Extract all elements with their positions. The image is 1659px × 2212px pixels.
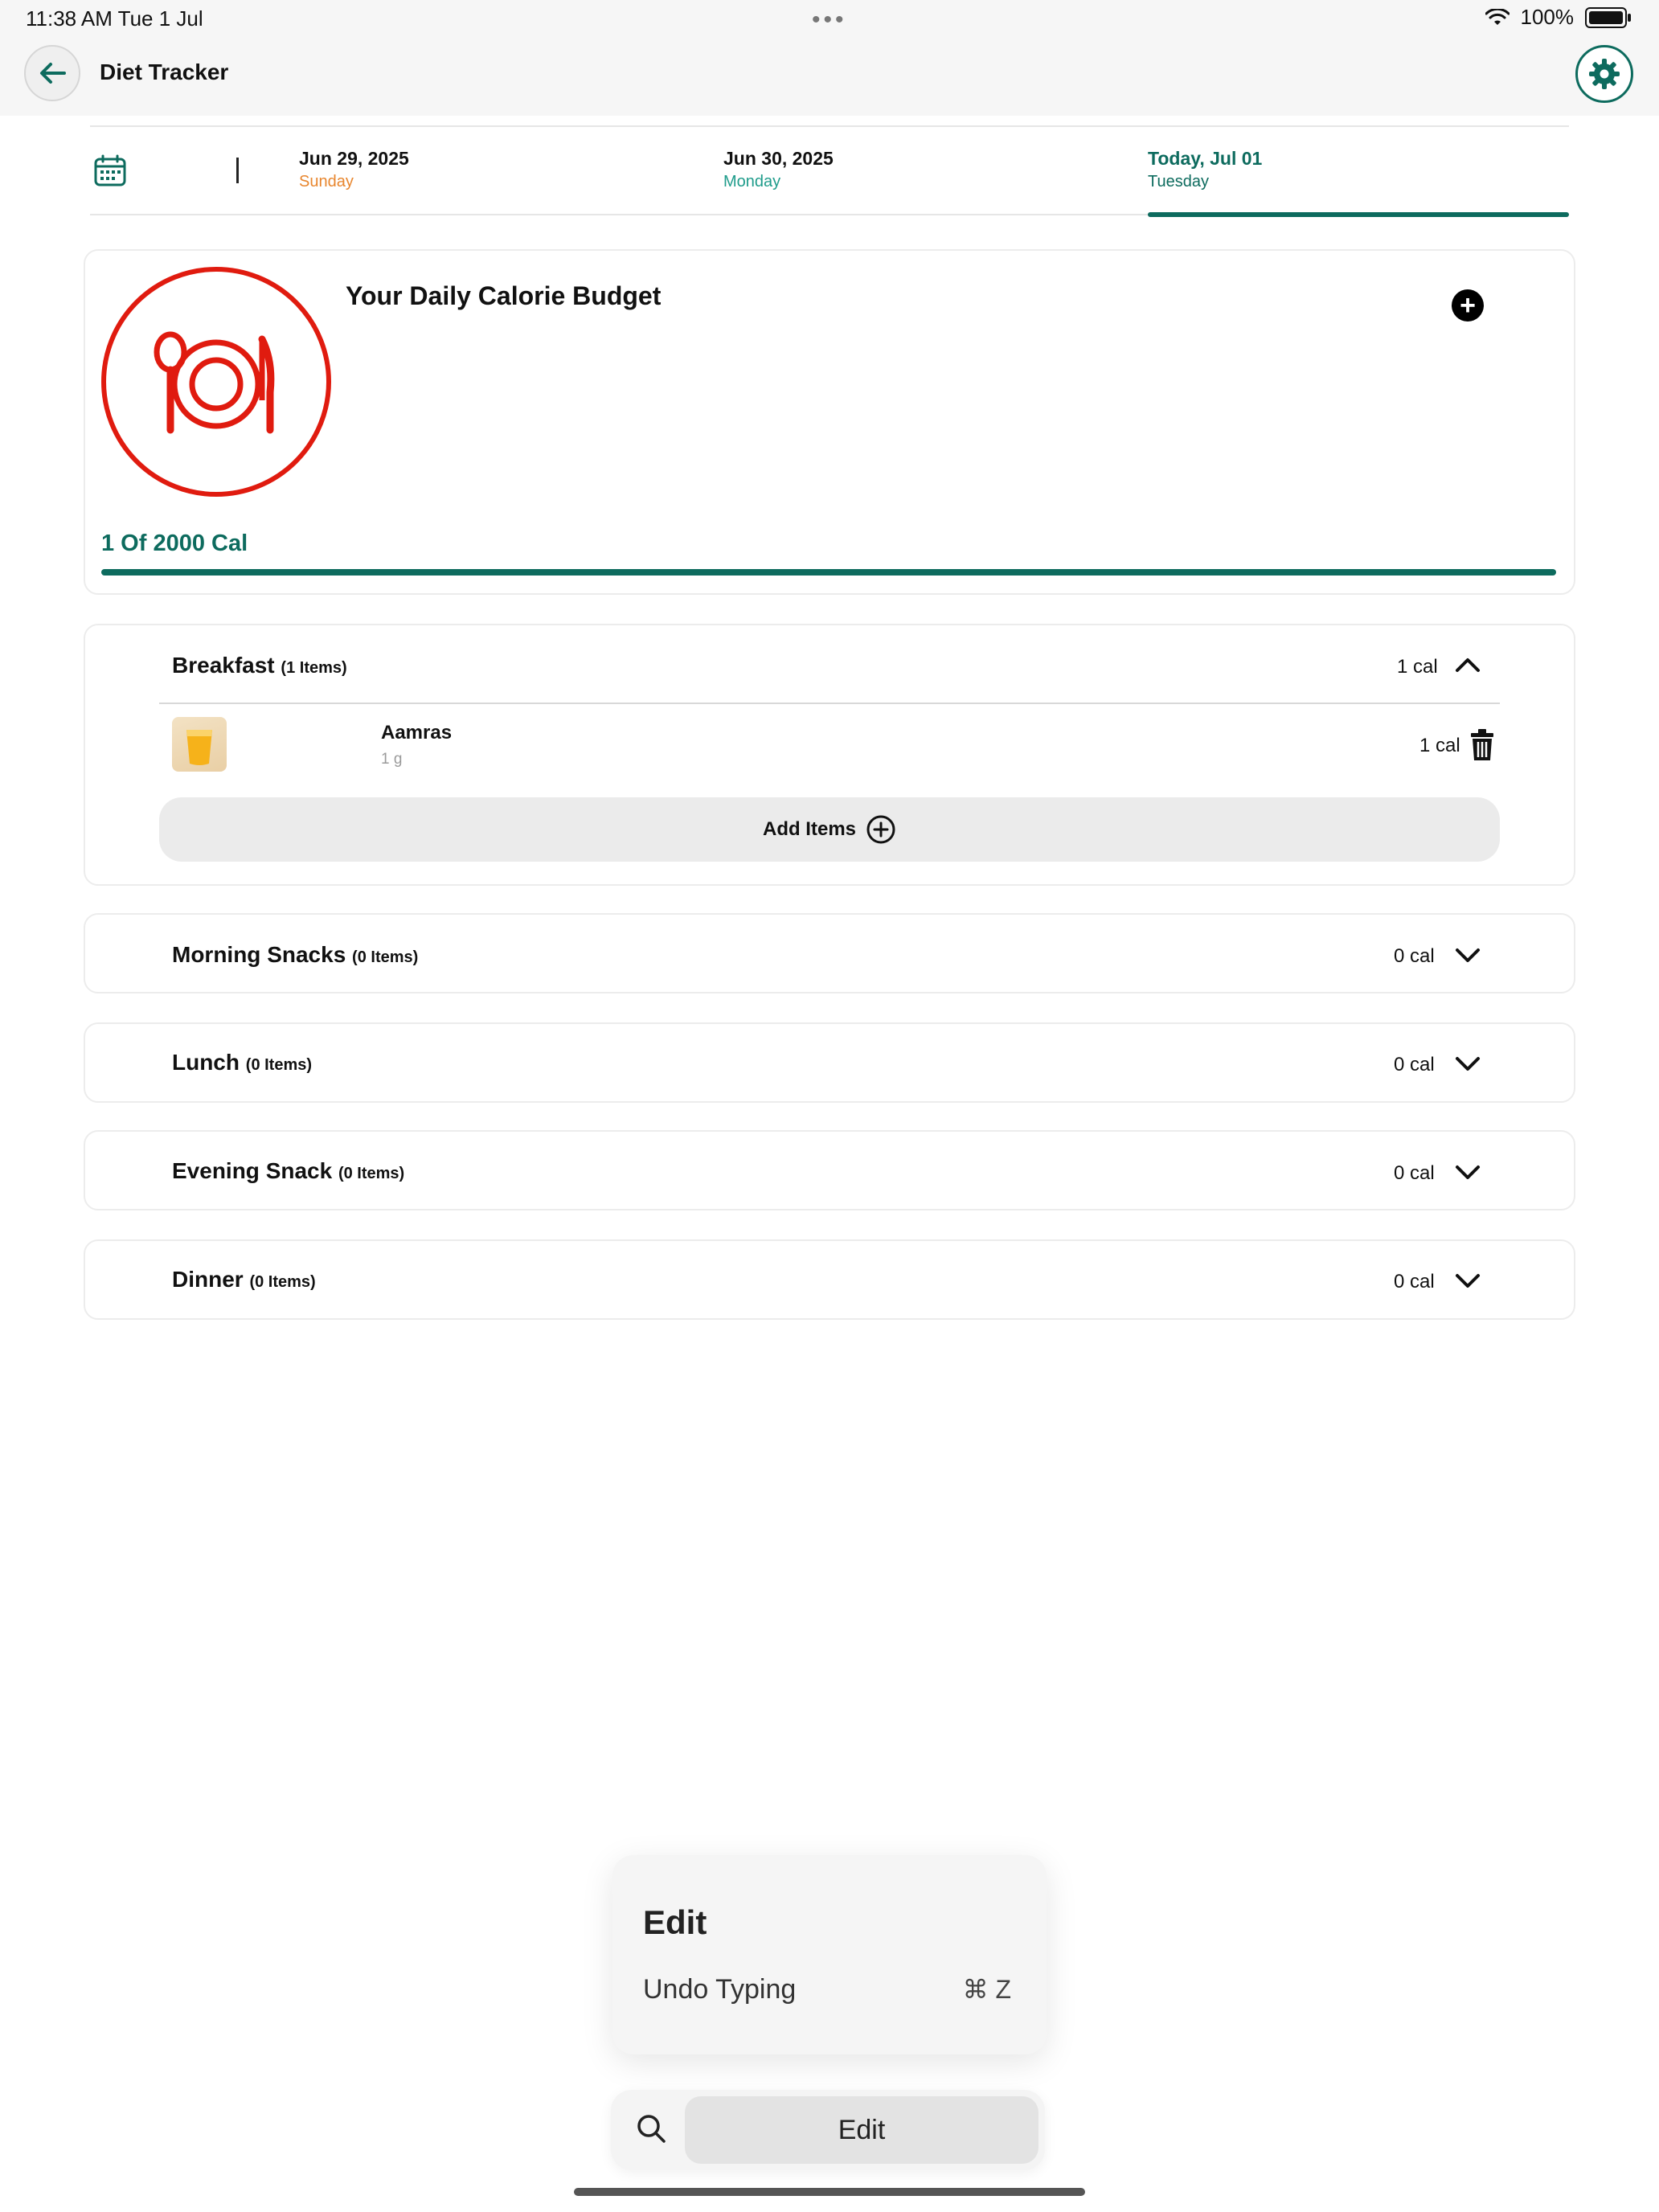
meal-calories: 0 cal [1394,1162,1435,1184]
expand-button[interactable] [1455,1055,1481,1077]
food-quantity: 1 g [381,751,403,768]
add-calories-button[interactable]: + [1452,289,1484,322]
meal-item-count: (0 Items) [249,1273,316,1291]
day-label: Sunday [299,173,354,190]
meal-name: Breakfast [172,653,275,678]
home-indicator[interactable] [574,2188,1085,2196]
meal-header-evening-snack[interactable]: Evening Snack (0 Items) [172,1158,404,1184]
meal-name: Morning Snacks [172,942,346,967]
edit-menu: Edit Undo Typing ⌘ Z [612,1855,1047,2054]
top-bar: 11:38 AM Tue 1 Jul ••• 100% Diet Tracker [0,0,1659,116]
edit-menu-title: Edit [643,1903,707,1941]
back-button[interactable] [24,45,80,101]
trash-icon [1471,729,1493,760]
chevron-down-icon [1456,1165,1480,1179]
wifi-icon [1485,8,1509,25]
meal-calories: 0 cal [1394,1054,1435,1075]
calorie-progress-fill [101,569,1556,576]
meal-calories: 0 cal [1394,945,1435,967]
add-items-button[interactable]: Add Items [159,797,1500,862]
food-name: Aamras [381,722,453,743]
multitasking-dots[interactable]: ••• [812,6,847,34]
page-title: Diet Tracker [100,59,229,84]
chevron-down-icon [1456,1057,1480,1071]
chevron-down-icon [1456,1274,1480,1288]
calorie-count: 1 Of 2000 Cal [101,530,248,556]
meal-header-dinner[interactable]: Dinner (0 Items) [172,1267,316,1292]
date-label: Today, Jul 01 [1148,148,1263,169]
budget-title: Your Daily Calorie Budget [346,281,662,310]
battery-icon [1585,6,1631,28]
divider [159,703,1500,704]
selected-date-indicator [1148,212,1569,217]
meal-item-count: (0 Items) [338,1165,405,1182]
meal-item-count: (1 Items) [281,659,347,677]
chevron-down-icon [1456,948,1480,962]
add-items-label: Add Items [762,818,856,840]
meal-name: Dinner [172,1267,244,1292]
calendar-icon [94,154,126,186]
meal-calories: 1 cal [1397,656,1438,678]
undo-typing-label: Undo Typing [643,1974,797,2005]
collapse-button[interactable] [1455,656,1481,678]
status-indicators: 100% [1485,5,1631,30]
date-divider [236,158,239,183]
plus-circle-icon [866,815,895,844]
date-jun-29[interactable]: Jun 29, 2025 Sunday [299,148,409,191]
calorie-progress-bar [101,569,1556,576]
plus-icon: + [1460,290,1476,321]
meal-header-morning-snacks[interactable]: Morning Snacks (0 Items) [172,942,418,968]
chevron-up-icon [1456,658,1480,672]
meal-header-breakfast[interactable]: Breakfast (1 Items) [172,653,347,678]
date-label: Jun 30, 2025 [723,148,834,169]
meal-calories: 0 cal [1394,1271,1435,1292]
expand-button[interactable] [1455,1272,1481,1294]
search-icon [637,2115,666,2143]
undo-shortcut: ⌘ Z [962,1975,1011,2004]
food-calories: 1 cal [1419,735,1460,756]
gear-icon [1589,59,1620,89]
calendar-button[interactable] [93,154,127,192]
arrow-left-icon [40,63,66,84]
date-label: Jun 29, 2025 [299,148,409,169]
expand-button[interactable] [1455,1164,1481,1186]
meal-item-count: (0 Items) [352,948,419,966]
meal-name: Lunch [172,1050,240,1075]
settings-button[interactable] [1575,45,1633,103]
search-button[interactable] [635,2112,667,2149]
edit-button[interactable]: Edit [685,2096,1038,2164]
meal-name: Evening Snack [172,1158,333,1183]
meal-header-lunch[interactable]: Lunch (0 Items) [172,1050,312,1075]
date-today[interactable]: Today, Jul 01 Tuesday [1148,148,1262,191]
battery-percent: 100% [1520,5,1575,29]
day-label: Tuesday [1148,173,1209,190]
expand-button[interactable] [1455,947,1481,969]
plate-icon [100,265,333,502]
food-image [172,717,227,772]
delete-item-button[interactable] [1468,728,1497,766]
date-selector: Jun 29, 2025 Sunday Jun 30, 2025 Monday … [90,125,1569,217]
edit-toolbar: Edit [611,2090,1045,2170]
day-label: Monday [723,173,781,190]
meal-item-count: (0 Items) [245,1056,313,1074]
status-time: 11:38 AM Tue 1 Jul [26,6,203,31]
date-jun-30[interactable]: Jun 30, 2025 Monday [723,148,834,191]
